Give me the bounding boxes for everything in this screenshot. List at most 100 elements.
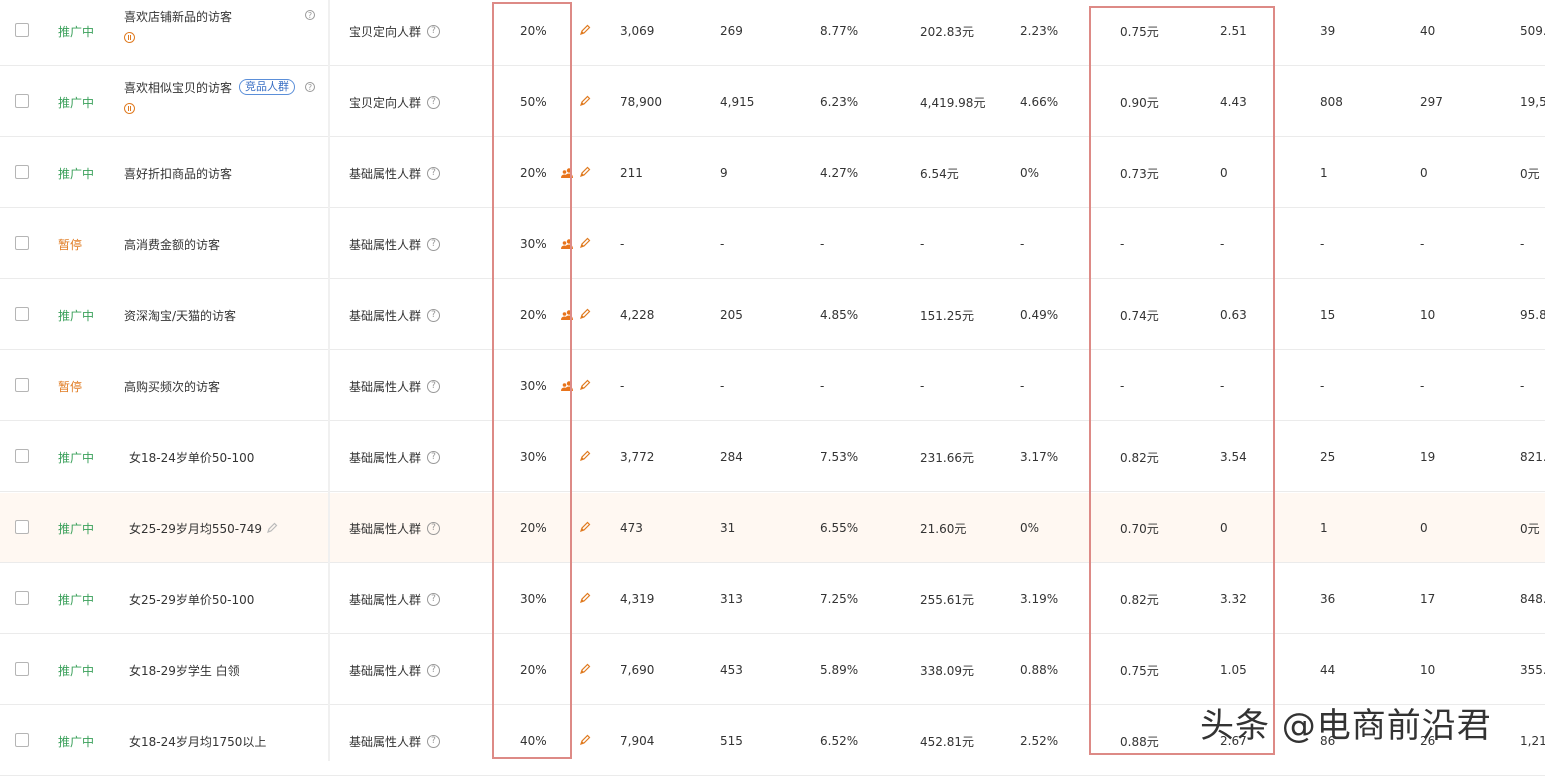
metric-cell: 0.49% [1020, 308, 1059, 322]
metric-cell: 211 [620, 166, 643, 180]
help-icon[interactable]: ? [305, 82, 315, 92]
metric-cell: 9 [720, 166, 728, 180]
help-icon[interactable]: ? [427, 450, 441, 464]
row-checkbox[interactable] [15, 662, 29, 676]
help-icon[interactable]: ? [427, 521, 441, 535]
status-label: 推广中 [58, 95, 95, 110]
edit-premium-icon[interactable] [579, 308, 591, 320]
crowd-icon [561, 309, 573, 321]
metric-cell: 4.43 [1220, 95, 1247, 109]
edit-premium-icon[interactable] [579, 379, 591, 391]
edit-premium-icon[interactable] [579, 95, 591, 107]
premium-value: 20% [520, 663, 547, 677]
metric-cell: 202.83元 [920, 24, 974, 39]
help-icon[interactable]: ? [305, 10, 315, 20]
metric-cell: 7,904 [620, 734, 655, 748]
edit-premium-icon[interactable] [579, 24, 591, 36]
row-checkbox[interactable] [15, 94, 29, 108]
column-divider [328, 0, 330, 761]
metric-cell: 231.66元 [920, 450, 974, 465]
metric-cell: 15 [1320, 308, 1336, 322]
help-icon[interactable]: ? [427, 166, 441, 180]
metric-cell: - [720, 379, 725, 393]
metric-cell: 1,21 [1520, 734, 1545, 748]
metric-cell: 21.60元 [920, 521, 967, 536]
premium-value: 50% [520, 95, 547, 109]
crowd-name: 女25-29岁月均550-749 [129, 493, 278, 563]
metric-cell: 7,690 [620, 663, 655, 677]
help-icon[interactable]: ? [427, 379, 441, 393]
metric-cell: 515 [720, 734, 743, 748]
row-checkbox[interactable] [15, 449, 29, 463]
metric-cell: 0.63 [1220, 308, 1247, 322]
metric-cell: - [1520, 237, 1525, 251]
metric-cell: 0 [1220, 166, 1228, 180]
crowd-name: 喜欢相似宝贝的访客 [124, 80, 233, 95]
table-row: 暂停 高消费金额的访客 基础属性人群? 30% - - - - - - - - - - [0, 209, 1545, 279]
metric-cell: 4.85% [820, 308, 859, 322]
table-row: 推广中 女25-29岁单价50-100 基础属性人群? 30% 4,319 313 7.25… [0, 564, 1545, 634]
premium-value: 30% [520, 450, 547, 464]
row-checkbox[interactable] [15, 378, 29, 392]
pause-icon[interactable] [124, 32, 135, 43]
metric-cell: 31 [720, 521, 736, 535]
row-checkbox[interactable] [15, 23, 29, 37]
competitor-tag: 竞品人群 [239, 79, 296, 95]
crowd-type: 基础属性人群? [349, 351, 441, 421]
metric-cell: - [1520, 379, 1525, 393]
help-icon[interactable]: ? [427, 24, 441, 38]
crowd-name: 女18-24岁单价50-100 [129, 450, 255, 465]
row-checkbox[interactable] [15, 520, 29, 534]
status-label: 推广中 [58, 663, 95, 678]
metric-cell: 0 [1420, 521, 1428, 535]
metric-cell: 4,319 [620, 592, 655, 606]
metric-cell: 0.75元 [1120, 663, 1159, 678]
premium-value: 30% [520, 592, 547, 606]
status-label: 暂停 [58, 379, 83, 394]
status-label: 推广中 [58, 166, 95, 181]
metric-cell: 6.52% [820, 734, 859, 748]
metric-cell: 7.25% [820, 592, 859, 606]
edit-premium-icon[interactable] [579, 663, 591, 675]
edit-name-icon[interactable] [266, 522, 278, 534]
metric-cell: - [820, 379, 825, 393]
metric-cell: 2.52% [1020, 734, 1059, 748]
metric-cell: - [1120, 379, 1125, 393]
edit-premium-icon[interactable] [579, 166, 591, 178]
metric-cell: - [620, 237, 625, 251]
row-checkbox[interactable] [15, 236, 29, 250]
help-icon[interactable]: ? [427, 95, 441, 109]
crowd-name-block: 喜欢店铺新品的访客 [124, 6, 232, 43]
pause-icon[interactable] [124, 103, 135, 114]
metric-cell: 0.75元 [1120, 24, 1159, 39]
edit-premium-icon[interactable] [579, 592, 591, 604]
metric-cell: 7.53% [820, 450, 859, 464]
premium-value: 20% [520, 521, 547, 535]
metric-cell: 2.23% [1020, 24, 1059, 38]
metric-cell: 39 [1320, 24, 1336, 38]
crowd-type: 基础属性人群? [349, 635, 441, 705]
help-icon[interactable]: ? [427, 308, 441, 322]
metric-cell: 808 [1320, 95, 1343, 109]
metric-cell: 269 [720, 24, 743, 38]
metric-cell: 0.74元 [1120, 308, 1159, 323]
metric-cell: 821. [1520, 450, 1545, 464]
metric-cell: 509. [1520, 24, 1545, 38]
status-label: 暂停 [58, 237, 83, 252]
help-icon[interactable]: ? [427, 663, 441, 677]
help-icon[interactable]: ? [427, 592, 441, 606]
row-checkbox[interactable] [15, 165, 29, 179]
edit-premium-icon[interactable] [579, 521, 591, 533]
metric-cell: 10 [1420, 308, 1436, 322]
edit-premium-icon[interactable] [579, 450, 591, 462]
help-icon[interactable]: ? [427, 734, 441, 748]
edit-premium-icon[interactable] [579, 237, 591, 249]
row-checkbox[interactable] [15, 307, 29, 321]
row-checkbox[interactable] [15, 733, 29, 747]
edit-premium-icon[interactable] [579, 734, 591, 746]
metric-cell: 0.73元 [1120, 166, 1159, 181]
help-icon[interactable]: ? [427, 237, 441, 251]
table-row: 推广中 喜欢店铺新品的访客? 宝贝定向人群? 20% 3,069 269 8.77% 202.… [0, 0, 1545, 66]
premium-value: 30% [520, 379, 547, 393]
row-checkbox[interactable] [15, 591, 29, 605]
